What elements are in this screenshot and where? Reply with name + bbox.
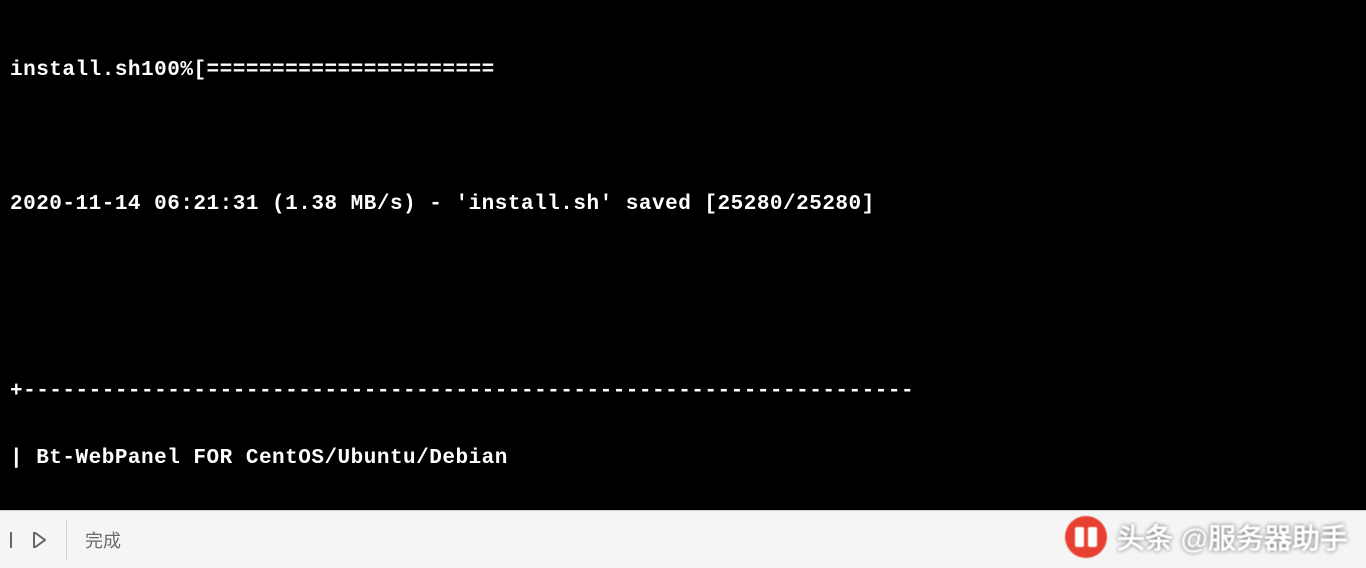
play-icon[interactable] <box>6 526 28 554</box>
download-saved-line: 2020-11-14 06:21:31 (1.38 MB/s) - 'insta… <box>10 188 1356 222</box>
download-percent: 100%[====================== <box>141 59 495 82</box>
terminal-output[interactable]: install.sh100%[====================== 20… <box>0 0 1366 510</box>
next-icon[interactable] <box>28 526 50 554</box>
download-filename: install.sh <box>10 59 141 82</box>
player-status: 完成 <box>71 527 121 553</box>
toolbar-divider <box>66 520 67 560</box>
banner-separator: +---------------------------------------… <box>10 375 1356 409</box>
download-progress-line: install.sh100%[====================== <box>10 54 1356 88</box>
watermark: 头条 @服务器助手 <box>1065 516 1348 558</box>
banner-title: | Bt-WebPanel FOR CentOS/Ubuntu/Debian <box>10 442 1356 476</box>
watermark-text: 头条 @服务器助手 <box>1117 517 1348 557</box>
watermark-logo-icon <box>1065 516 1107 558</box>
